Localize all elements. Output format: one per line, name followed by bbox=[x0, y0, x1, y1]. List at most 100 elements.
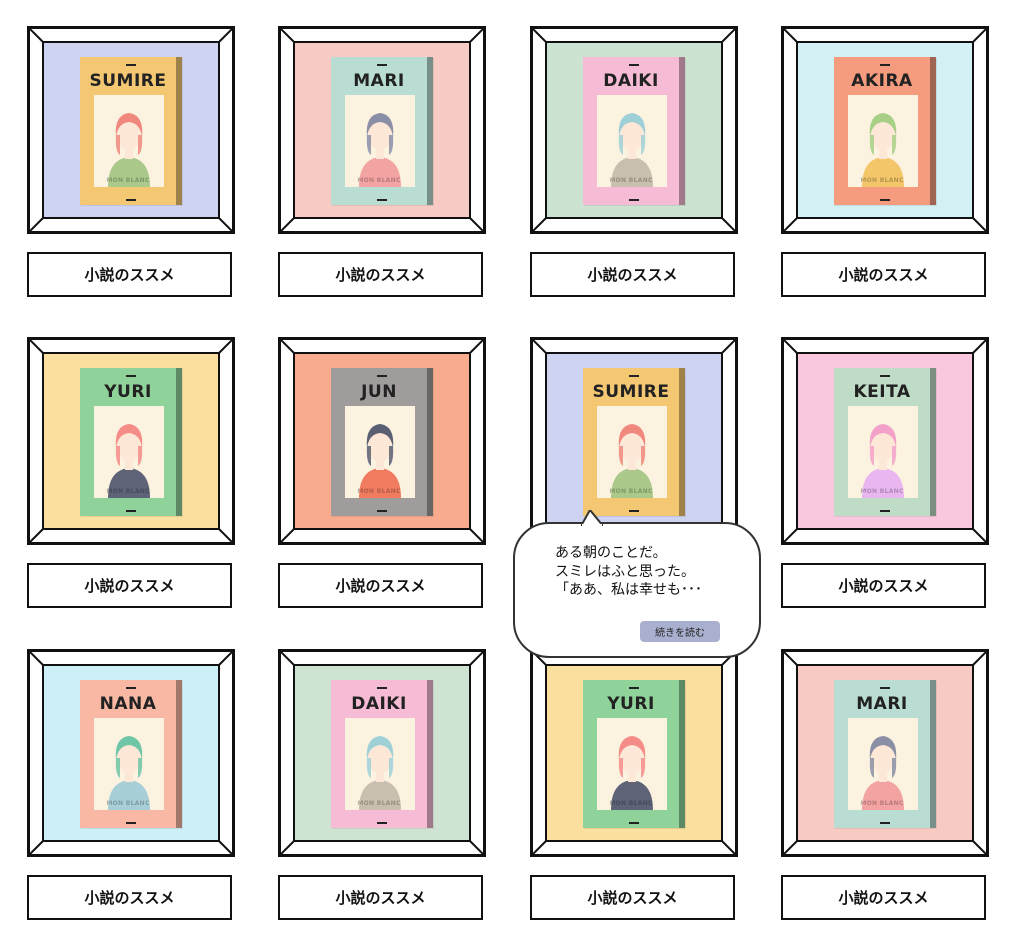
picture-frame[interactable]: MARI MON BLANC bbox=[781, 649, 989, 857]
frame-mat: KEITA MON BLANC bbox=[796, 352, 974, 530]
cover-dash bbox=[377, 510, 387, 512]
cover-dash bbox=[126, 375, 136, 377]
cover-dash bbox=[377, 687, 387, 689]
cover-dash bbox=[126, 199, 136, 201]
book-cover[interactable]: YURI MON BLANC bbox=[80, 368, 182, 516]
frame-mat: YURI MON BLANC bbox=[545, 664, 723, 842]
story-preview-popup: ある朝のことだ。 スミレはふと思った。 「ああ、私は幸せも･･･ 続きを読む bbox=[513, 510, 761, 658]
publisher-mark: MON BLANC bbox=[357, 800, 401, 807]
publisher-mark: MON BLANC bbox=[357, 177, 401, 184]
recommendation-label-button[interactable]: 小説のススメ bbox=[278, 252, 483, 297]
cover-dash bbox=[880, 687, 890, 689]
frame-mat: YURI MON BLANC bbox=[42, 352, 220, 530]
book-title: YURI bbox=[607, 694, 655, 714]
publisher-mark: MON BLANC bbox=[860, 800, 904, 807]
publisher-mark: MON BLANC bbox=[609, 177, 653, 184]
book-title: SUMIRE bbox=[89, 71, 167, 91]
book-cover[interactable]: DAIKI MON BLANC bbox=[583, 57, 685, 205]
cover-dash bbox=[629, 510, 639, 512]
book-spine bbox=[930, 368, 936, 516]
recommendation-label-button[interactable]: 小説のススメ bbox=[278, 563, 483, 608]
publisher-mark: MON BLANC bbox=[357, 488, 401, 495]
book-spine bbox=[930, 680, 936, 828]
cover-dash bbox=[126, 687, 136, 689]
cover-dash bbox=[377, 199, 387, 201]
character-portrait bbox=[359, 113, 401, 187]
recommendation-label-button[interactable]: 小説のススメ bbox=[530, 875, 735, 920]
character-portrait bbox=[108, 736, 150, 810]
frame-mat: SUMIRE MON BLANC bbox=[545, 352, 723, 530]
book-spine bbox=[427, 57, 433, 205]
cover-dash bbox=[377, 64, 387, 66]
book-cover[interactable]: JUN MON BLANC bbox=[331, 368, 433, 516]
book-spine bbox=[176, 680, 182, 828]
picture-frame[interactable]: DAIKI MON BLANC bbox=[530, 26, 738, 234]
book-cover[interactable]: SUMIRE MON BLANC bbox=[80, 57, 182, 205]
picture-frame[interactable]: SUMIRE MON BLANC bbox=[27, 26, 235, 234]
recommendation-label-button[interactable]: 小説のススメ bbox=[530, 252, 735, 297]
character-portrait bbox=[108, 424, 150, 498]
book-cover[interactable]: KEITA MON BLANC bbox=[834, 368, 936, 516]
book-spine bbox=[679, 368, 685, 516]
recommendation-label-button[interactable]: 小説のススメ bbox=[27, 563, 232, 608]
book-title: MARI bbox=[856, 694, 908, 714]
recommendation-label-button[interactable]: 小説のススメ bbox=[781, 875, 986, 920]
character-portrait bbox=[862, 113, 904, 187]
recommendation-label-button[interactable]: 小説のススメ bbox=[27, 875, 232, 920]
book-cover[interactable]: YURI MON BLANC bbox=[583, 680, 685, 828]
character-portrait bbox=[611, 113, 653, 187]
cover-dash bbox=[629, 375, 639, 377]
frame-mat: MARI MON BLANC bbox=[796, 664, 974, 842]
picture-frame[interactable]: SUMIRE MON BLANC bbox=[530, 337, 738, 545]
recommendation-label-button[interactable]: 小説のススメ bbox=[781, 252, 986, 297]
cover-dash bbox=[880, 64, 890, 66]
book-title: KEITA bbox=[853, 382, 911, 402]
cover-dash bbox=[629, 687, 639, 689]
book-title: SUMIRE bbox=[592, 382, 670, 402]
picture-frame[interactable]: YURI MON BLANC bbox=[530, 649, 738, 857]
cover-dash bbox=[880, 822, 890, 824]
read-more-button[interactable]: 続きを読む bbox=[640, 621, 720, 642]
excerpt-line-1: ある朝のことだ。 bbox=[555, 545, 667, 561]
picture-frame[interactable]: AKIRA MON BLANC bbox=[781, 26, 989, 234]
cover-dash bbox=[629, 64, 639, 66]
recommendation-label-button[interactable]: 小説のススメ bbox=[278, 875, 483, 920]
picture-frame[interactable]: DAIKI MON BLANC bbox=[278, 649, 486, 857]
cover-dash bbox=[377, 375, 387, 377]
book-cover[interactable]: MARI MON BLANC bbox=[834, 680, 936, 828]
cover-dash bbox=[629, 199, 639, 201]
book-spine bbox=[427, 680, 433, 828]
book-cover[interactable]: NANA MON BLANC bbox=[80, 680, 182, 828]
book-spine bbox=[427, 368, 433, 516]
book-title: NANA bbox=[99, 694, 157, 714]
picture-frame[interactable]: JUN MON BLANC bbox=[278, 337, 486, 545]
picture-frame[interactable]: MARI MON BLANC bbox=[278, 26, 486, 234]
book-spine bbox=[176, 57, 182, 205]
frame-mat: MARI MON BLANC bbox=[293, 41, 471, 219]
cover-dash bbox=[880, 375, 890, 377]
publisher-mark: MON BLANC bbox=[106, 800, 150, 807]
publisher-mark: MON BLANC bbox=[609, 488, 653, 495]
picture-frame[interactable]: YURI MON BLANC bbox=[27, 337, 235, 545]
book-title: DAIKI bbox=[603, 71, 659, 91]
picture-frame[interactable]: NANA MON BLANC bbox=[27, 649, 235, 857]
book-title: DAIKI bbox=[351, 694, 407, 714]
book-cover[interactable]: MARI MON BLANC bbox=[331, 57, 433, 205]
publisher-mark: MON BLANC bbox=[609, 800, 653, 807]
cover-dash bbox=[126, 510, 136, 512]
frame-mat: SUMIRE MON BLANC bbox=[42, 41, 220, 219]
character-portrait bbox=[611, 424, 653, 498]
frame-mat: DAIKI MON BLANC bbox=[545, 41, 723, 219]
book-cover[interactable]: DAIKI MON BLANC bbox=[331, 680, 433, 828]
excerpt-line-3: 「ああ、私は幸せも･･･ bbox=[555, 582, 702, 598]
character-portrait bbox=[108, 113, 150, 187]
picture-frame[interactable]: KEITA MON BLANC bbox=[781, 337, 989, 545]
recommendation-label-button[interactable]: 小説のススメ bbox=[781, 563, 986, 608]
cover-dash bbox=[126, 64, 136, 66]
book-cover[interactable]: AKIRA MON BLANC bbox=[834, 57, 936, 205]
popup-tail bbox=[581, 510, 603, 526]
cover-dash bbox=[880, 199, 890, 201]
publisher-mark: MON BLANC bbox=[860, 488, 904, 495]
book-cover[interactable]: SUMIRE MON BLANC bbox=[583, 368, 685, 516]
recommendation-label-button[interactable]: 小説のススメ bbox=[27, 252, 232, 297]
